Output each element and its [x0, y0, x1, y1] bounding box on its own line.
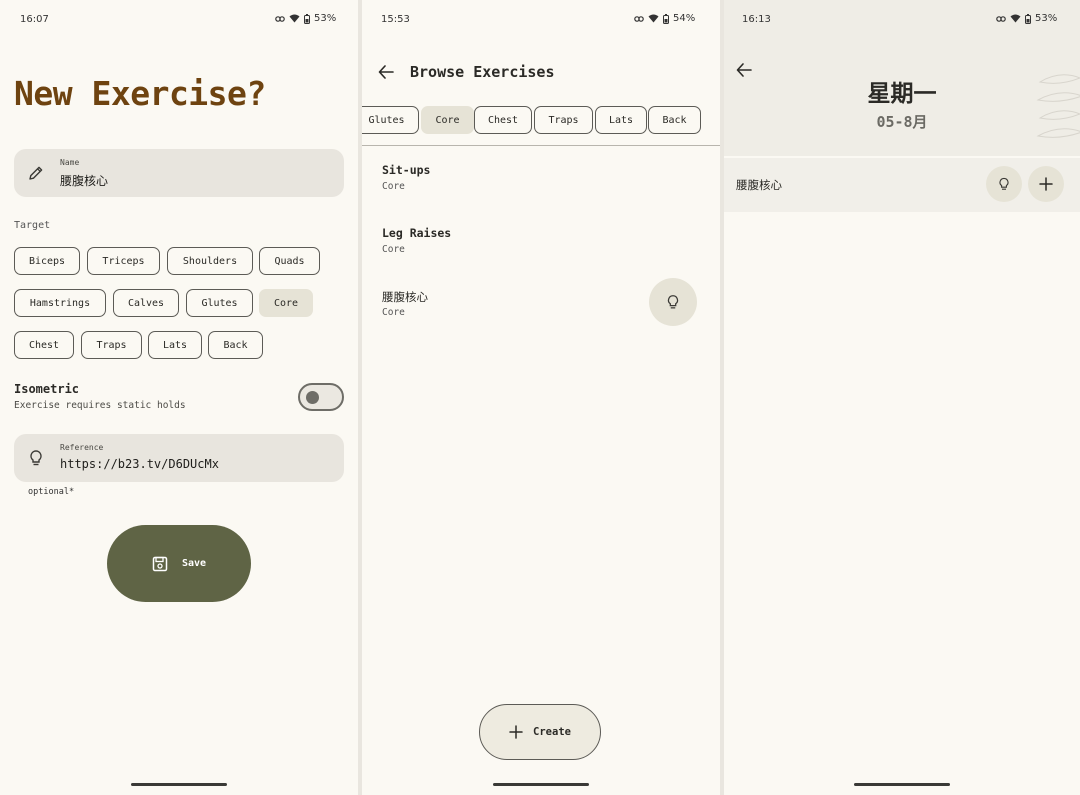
status-time: 16:13 [742, 14, 771, 25]
lightbulb-icon [999, 177, 1009, 190]
tabs-divider [362, 145, 720, 146]
home-indicator[interactable] [493, 783, 589, 786]
save-label: Save [181, 558, 207, 569]
target-chip-biceps[interactable]: Biceps [14, 247, 80, 275]
browse-exercises-screen: 15:53 54% Browse Exercises Glutes Core C… [362, 0, 720, 795]
page-title: New Exercise? [14, 74, 266, 113]
create-button[interactable]: Create [479, 704, 601, 760]
plus-icon [1039, 177, 1053, 191]
battery-level: 53% [314, 13, 337, 24]
status-time: 15:53 [381, 14, 410, 25]
target-chip-core[interactable]: Core [259, 289, 313, 317]
exercise-name: 腰腹核心 [382, 290, 428, 304]
exercise-row[interactable]: 腰腹核心 [724, 158, 1080, 212]
tab-traps[interactable]: Traps [534, 106, 593, 134]
exercise-row-label: 腰腹核心 [736, 178, 782, 192]
battery-icon [1025, 13, 1031, 24]
status-time: 16:07 [20, 14, 49, 25]
target-chip-lats[interactable]: Lats [148, 331, 202, 359]
isometric-title: Isometric [14, 382, 80, 396]
target-chip-triceps[interactable]: Triceps [87, 247, 160, 275]
tab-lats[interactable]: Lats [595, 106, 647, 134]
target-chip-quads[interactable]: Quads [259, 247, 320, 275]
pencil-icon [29, 166, 43, 180]
wifi-icon [1010, 14, 1021, 23]
link-icon [996, 15, 1006, 22]
target-chip-traps[interactable]: Traps [81, 331, 142, 359]
save-icon [152, 556, 168, 571]
reference-button[interactable] [986, 166, 1022, 202]
reference-field-label: Reference [60, 443, 104, 452]
link-icon [275, 15, 285, 22]
target-label: Target [14, 220, 51, 231]
isometric-subtitle: Exercise requires static holds [14, 400, 186, 411]
name-field-label: Name [60, 158, 80, 167]
weekday-title: 星期一 [867, 81, 937, 107]
target-chip-glutes[interactable]: Glutes [186, 289, 253, 317]
name-field[interactable]: Name 腰腹核心 [14, 149, 344, 197]
status-icons: 54% [634, 13, 695, 24]
exercise-name: Sit-ups [382, 163, 431, 177]
status-icons: 53% [996, 13, 1057, 24]
tab-back[interactable]: Back [648, 106, 701, 134]
battery-level: 54% [673, 13, 696, 24]
lightbulb-icon [667, 295, 679, 309]
optional-note: optional* [28, 487, 75, 497]
page-title: Browse Exercises [410, 63, 555, 81]
isometric-toggle[interactable] [298, 383, 344, 411]
wifi-icon [648, 14, 659, 23]
home-indicator[interactable] [131, 783, 227, 786]
home-indicator[interactable] [854, 783, 950, 786]
reference-field[interactable]: Reference https://b23.tv/D6DUcMx [14, 434, 344, 482]
toggle-knob [306, 391, 319, 404]
link-icon [634, 15, 644, 22]
exercise-category: Core [382, 244, 405, 255]
new-exercise-screen: 16:07 53% New Exercise? Name 腰腹核心 Target… [0, 0, 358, 795]
reference-field-value: https://b23.tv/D6DUcMx [60, 457, 219, 471]
day-workout-screen: 星期一 05-8月 16:13 53% 腰腹核心 [724, 0, 1080, 795]
create-label: Create [533, 726, 571, 738]
tab-core[interactable]: Core [421, 106, 474, 134]
lightbulb-icon [30, 450, 42, 466]
battery-level: 53% [1035, 13, 1058, 24]
tab-chest[interactable]: Chest [474, 106, 532, 134]
target-chip-chest[interactable]: Chest [14, 331, 74, 359]
wifi-icon [289, 14, 300, 23]
add-set-button[interactable] [1028, 166, 1064, 202]
exercise-name: Leg Raises [382, 226, 452, 240]
target-chip-shoulders[interactable]: Shoulders [167, 247, 253, 275]
battery-icon [663, 13, 669, 24]
plus-icon [509, 725, 523, 739]
target-chip-calves[interactable]: Calves [113, 289, 179, 317]
exercise-category: Core [382, 307, 405, 318]
tab-glutes[interactable]: Glutes [362, 106, 419, 134]
exercise-category: Core [382, 181, 405, 192]
back-arrow-icon[interactable] [377, 63, 395, 81]
name-field-value: 腰腹核心 [60, 174, 109, 188]
target-chip-back[interactable]: Back [208, 331, 263, 359]
save-button[interactable]: Save [107, 525, 251, 602]
battery-icon [304, 13, 310, 24]
reference-button[interactable] [649, 278, 697, 326]
date-subtitle: 05-8月 [876, 113, 928, 131]
target-chip-hamstrings[interactable]: Hamstrings [14, 289, 106, 317]
status-icons: 53% [275, 13, 336, 24]
back-arrow-icon[interactable] [735, 61, 753, 79]
